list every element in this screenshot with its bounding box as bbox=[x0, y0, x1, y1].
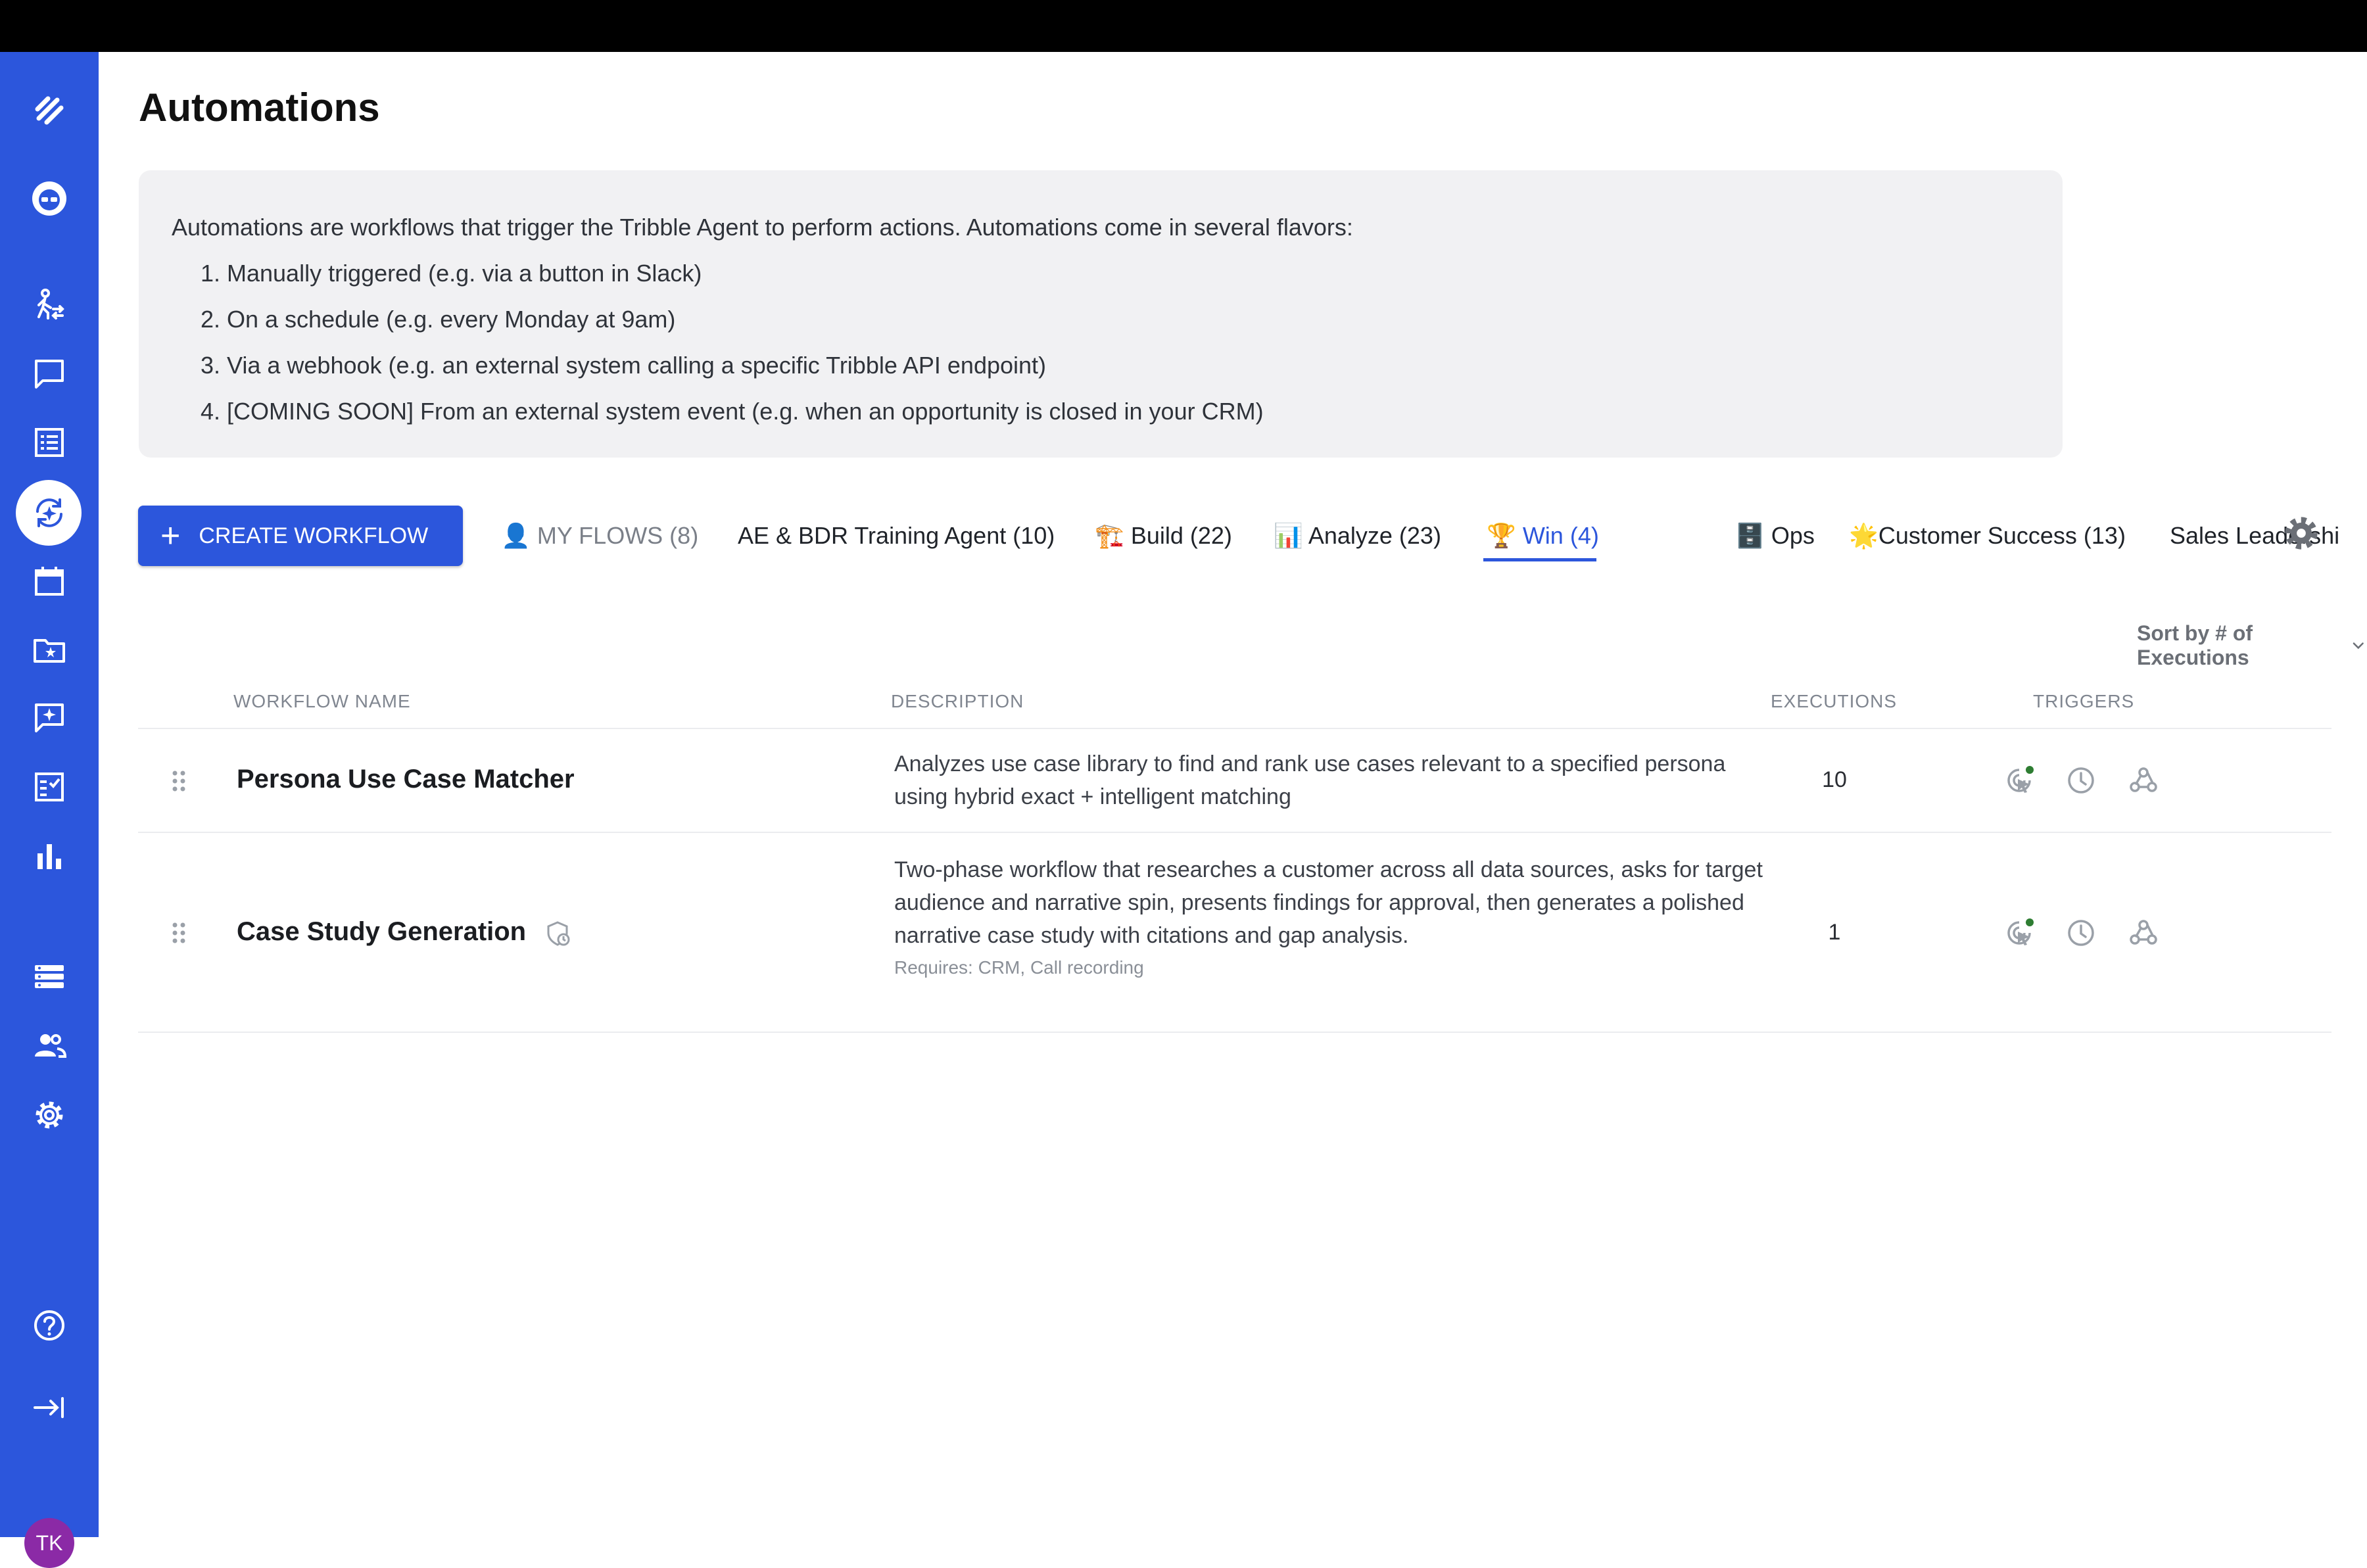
info-item: Manually triggered (e.g. via a button in… bbox=[227, 250, 2030, 297]
data-sources-icon[interactable] bbox=[0, 947, 99, 1007]
execution-count: 1 bbox=[1828, 920, 1841, 945]
column-header-description: DESCRIPTION bbox=[891, 691, 1024, 711]
schedule-icon[interactable] bbox=[2065, 917, 2097, 949]
ai-chat-icon[interactable] bbox=[0, 688, 99, 748]
description-text: Analyzes use case library to find and ra… bbox=[894, 751, 1726, 809]
tab-analyze[interactable]: 📊 Analyze (23) bbox=[1274, 506, 1441, 566]
users-icon[interactable] bbox=[0, 1016, 99, 1076]
help-icon[interactable] bbox=[0, 1296, 99, 1355]
main-content: Automations Automations are workflows th… bbox=[99, 52, 2367, 1537]
tab-ae-bdr-training-agent[interactable]: AE & BDR Training Agent (10) bbox=[738, 506, 1055, 566]
tab-build[interactable]: 🏗️ Build (22) bbox=[1095, 506, 1232, 566]
manual-trigger-icon[interactable] bbox=[2003, 765, 2035, 796]
settings-icon[interactable] bbox=[0, 1085, 99, 1145]
column-header-workflow-name: WORKFLOW NAME bbox=[233, 691, 411, 711]
drag-handle-icon[interactable] bbox=[169, 768, 189, 794]
calendar-icon[interactable] bbox=[0, 552, 99, 611]
row-divider bbox=[138, 1032, 2331, 1033]
active-tab-underline bbox=[1483, 558, 1596, 561]
description-text: Two-phase workflow that researches a cus… bbox=[894, 857, 1763, 948]
info-item: [COMING SOON] From an external system ev… bbox=[227, 389, 2030, 435]
tab-ops[interactable]: 🗄️ Ops bbox=[1735, 506, 1815, 566]
tab-customer-success[interactable]: 🌟Customer Success (13) bbox=[1849, 506, 2126, 566]
delete-icon[interactable] bbox=[2360, 765, 2367, 796]
info-list: Manually triggered (e.g. via a button in… bbox=[172, 250, 2030, 435]
webhook-icon[interactable] bbox=[2128, 917, 2159, 949]
create-workflow-label: CREATE WORKFLOW bbox=[199, 523, 429, 548]
top-bar bbox=[0, 0, 2367, 52]
webhook-icon[interactable] bbox=[2128, 765, 2159, 796]
logo-icon[interactable] bbox=[0, 81, 99, 140]
task-list-icon[interactable] bbox=[0, 757, 99, 817]
page-title: Automations bbox=[139, 85, 380, 130]
delete-icon[interactable] bbox=[2360, 917, 2367, 949]
drag-handle-icon[interactable] bbox=[169, 920, 189, 946]
info-item: Via a webhook (e.g. an external system c… bbox=[227, 343, 2030, 389]
analytics-icon[interactable] bbox=[0, 826, 99, 886]
plus-icon: + bbox=[160, 517, 181, 555]
create-workflow-button[interactable]: + CREATE WORKFLOW bbox=[138, 506, 463, 566]
schedule-icon[interactable] bbox=[2065, 765, 2097, 796]
workflow-description: Analyzes use case library to find and ra… bbox=[894, 748, 1769, 813]
documents-icon[interactable] bbox=[0, 413, 99, 472]
column-header-triggers: TRIGGERS bbox=[2033, 691, 2135, 711]
requirements-text: Requires: CRM, Call recording bbox=[894, 957, 1144, 978]
chat-icon[interactable] bbox=[0, 344, 99, 404]
column-header-executions: EXECUTIONS bbox=[1771, 691, 1898, 711]
workflow-description: Two-phase workflow that researches a cus… bbox=[894, 853, 1769, 984]
chevron-down-icon bbox=[2353, 642, 2364, 650]
tab-settings-gear-icon[interactable] bbox=[2280, 512, 2322, 554]
table-header-divider bbox=[138, 728, 2331, 729]
collapse-sidebar-icon[interactable] bbox=[0, 1378, 99, 1437]
shared-workflow-icon bbox=[547, 921, 570, 946]
automations-icon[interactable] bbox=[0, 483, 99, 542]
sort-label: Sort by # of Executions bbox=[2137, 621, 2253, 669]
manual-trigger-icon[interactable] bbox=[2003, 917, 2035, 949]
tab-my-flows[interactable]: 👤 MY FLOWS (8) bbox=[501, 506, 698, 566]
info-intro: Automations are workflows that trigger t… bbox=[172, 214, 1353, 241]
row-divider bbox=[138, 832, 2331, 833]
execution-count: 10 bbox=[1822, 767, 1847, 792]
automations-info-panel: Automations are workflows that trigger t… bbox=[139, 170, 2063, 458]
favorites-folder-icon[interactable] bbox=[0, 620, 99, 679]
sales-agent-icon[interactable] bbox=[0, 275, 99, 335]
sidebar: TK bbox=[0, 52, 99, 1568]
category-tabs: 👤 MY FLOWS (8) AE & BDR Training Agent (… bbox=[501, 506, 2339, 571]
tab-win[interactable]: 🏆 Win (4) bbox=[1487, 506, 1599, 566]
agent-avatar-icon[interactable] bbox=[0, 169, 99, 228]
sort-dropdown[interactable]: Sort by # of Executions bbox=[2137, 621, 2367, 670]
workflow-name[interactable]: Case Study Generation bbox=[237, 917, 526, 947]
info-item: On a schedule (e.g. every Monday at 9am) bbox=[227, 297, 2030, 343]
user-avatar[interactable]: TK bbox=[24, 1518, 74, 1568]
workflow-name[interactable]: Persona Use Case Matcher bbox=[237, 765, 575, 794]
